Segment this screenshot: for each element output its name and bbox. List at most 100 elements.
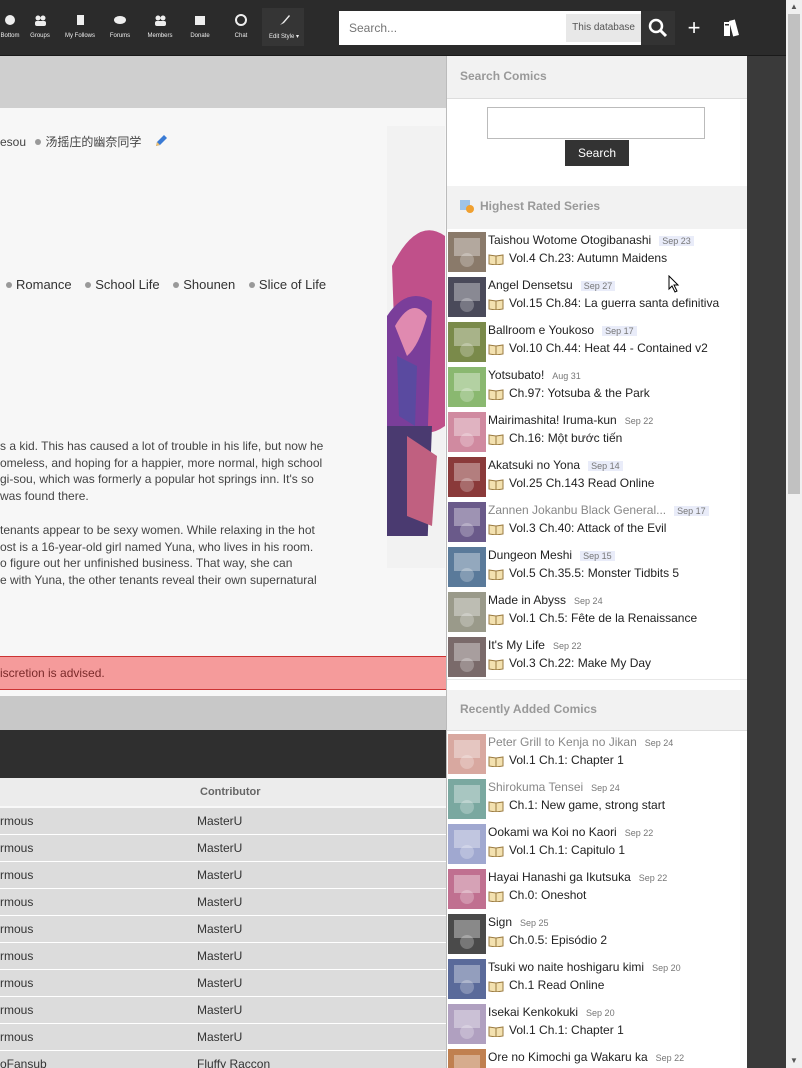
chapter-row[interactable]: rmous MasterU <box>0 943 446 970</box>
series-title[interactable]: Ookami wa Koi no Kaori Sep 22 <box>488 825 653 839</box>
contributor-column-header[interactable]: Contributor <box>200 786 260 798</box>
series-title[interactable]: Akatsuki no Yona Sep 14 <box>488 458 623 472</box>
series-title-text[interactable]: Mairimashita! Iruma-kun <box>488 413 617 427</box>
series-thumbnail[interactable] <box>448 457 486 497</box>
series-title-text[interactable]: Angel Densetsu <box>488 278 573 292</box>
series-title-text[interactable]: Ookami wa Koi no Kaori <box>488 825 617 839</box>
nav-item-forums[interactable]: Forums <box>108 14 132 44</box>
series-list-item[interactable]: Angel Densetsu Sep 27 Vol.15 Ch.84: La gue… <box>447 274 747 320</box>
series-title[interactable]: Taishou Wotome Otogibanashi Sep 23 <box>488 233 694 247</box>
nav-item-members[interactable]: Members <box>146 14 174 44</box>
latest-chapter-link[interactable]: Vol.5 Ch.35.5: Monster Tidbits 5 <box>509 566 679 580</box>
contributor-name[interactable]: MasterU <box>197 976 242 990</box>
group-name[interactable]: rmous <box>0 814 33 828</box>
series-thumbnail[interactable] <box>448 232 486 272</box>
series-list-item[interactable]: Ookami wa Koi no Kaori Sep 22 Vol.1 Ch.1: … <box>447 821 747 867</box>
series-title-text[interactable]: Zannen Jokanbu Black General... <box>488 503 666 517</box>
series-thumbnail[interactable] <box>448 547 486 587</box>
series-title-text[interactable]: Isekai Kenkokuki <box>488 1005 578 1019</box>
series-list-item[interactable]: Made in Abyss Sep 24 Vol.1 Ch.5: Fête de l… <box>447 589 747 635</box>
latest-chapter-link[interactable]: Vol.10 Ch.44: Heat 44 - Contained v2 <box>509 341 708 355</box>
chapter-row[interactable]: rmous MasterU <box>0 835 446 862</box>
nav-item-groups[interactable]: Groups <box>30 14 50 44</box>
group-name[interactable]: rmous <box>0 841 33 855</box>
nav-item-chat[interactable]: Chat <box>231 14 251 44</box>
chapter-row[interactable]: rmous MasterU <box>0 970 446 997</box>
latest-chapter-link[interactable]: Vol.15 Ch.84: La guerra santa definitiva <box>509 296 719 310</box>
scroll-up-arrow[interactable]: ▲ <box>786 0 802 14</box>
chapter-row[interactable]: oFansub Fluffy Raccon <box>0 1051 446 1068</box>
series-title-text[interactable]: Shirokuma Tensei <box>488 780 583 794</box>
series-list-item[interactable]: Taishou Wotome Otogibanashi Sep 23 Vol.4 C… <box>447 229 747 275</box>
series-thumbnail[interactable] <box>448 277 486 317</box>
nav-item-bottom[interactable]: Bottom <box>0 14 20 44</box>
series-list-item[interactable]: It's My Life Sep 22 Vol.3 Ch.22: Make My D… <box>447 634 747 680</box>
group-name[interactable]: oFansub <box>0 1057 47 1068</box>
group-name[interactable]: rmous <box>0 949 33 963</box>
series-title[interactable]: Zannen Jokanbu Black General... Sep 17 <box>488 503 709 517</box>
latest-chapter-link[interactable]: Ch.0.5: Episódio 2 <box>509 933 607 947</box>
series-list-item[interactable]: Mairimashita! Iruma-kun Sep 22 Ch.16: Một … <box>447 409 747 455</box>
series-thumbnail[interactable] <box>448 959 486 999</box>
chapter-row[interactable]: rmous MasterU <box>0 808 446 835</box>
series-title[interactable]: Isekai Kenkokuki Sep 20 <box>488 1005 615 1019</box>
series-title-text[interactable]: Tsuki wo naite hoshigaru kimi <box>488 960 644 974</box>
chapter-row[interactable]: rmous MasterU <box>0 916 446 943</box>
chapter-row[interactable]: rmous MasterU <box>0 889 446 916</box>
latest-chapter-link[interactable]: Vol.1 Ch.1: Chapter 1 <box>509 1023 624 1037</box>
series-list-item[interactable]: Peter Grill to Kenja no Jikan Sep 24 Vol.1… <box>447 731 747 777</box>
latest-chapter-link[interactable]: Vol.3 Ch.40: Attack of the Evil <box>509 521 666 535</box>
page-scrollbar[interactable]: ▲ ▼ <box>786 0 802 1068</box>
series-title-text[interactable]: Yotsubato! <box>488 368 544 382</box>
series-list-item[interactable]: Dungeon Meshi Sep 15 Vol.5 Ch.35.5: Monste… <box>447 544 747 590</box>
series-title-text[interactable]: Hayai Hanashi ga Ikutsuka <box>488 870 631 884</box>
nav-item-donate[interactable]: Donate <box>188 14 212 44</box>
series-title-text[interactable]: Made in Abyss <box>488 593 566 607</box>
series-thumbnail[interactable] <box>448 502 486 542</box>
series-list-item[interactable]: Shirokuma Tensei Sep 24 Ch.1: New game, st… <box>447 776 747 822</box>
nav-item-my-follows[interactable]: My Follows <box>64 14 96 44</box>
contributor-name[interactable]: MasterU <box>197 922 242 936</box>
series-list-item[interactable]: Hayai Hanashi ga Ikutsuka Sep 22 Ch.0: One… <box>447 866 747 912</box>
latest-chapter-link[interactable]: Vol.25 Ch.143 Read Online <box>509 476 654 490</box>
add-button[interactable]: + <box>680 14 708 42</box>
series-thumbnail[interactable] <box>448 1004 486 1044</box>
nav-item-edit-style[interactable]: Edit Style ▾ <box>266 14 302 44</box>
series-thumbnail[interactable] <box>448 734 486 774</box>
latest-chapter-link[interactable]: Ch.0: Oneshot <box>509 888 586 902</box>
series-title-text[interactable]: It's My Life <box>488 638 545 652</box>
group-name[interactable]: rmous <box>0 868 33 882</box>
group-name[interactable]: rmous <box>0 1030 33 1044</box>
scroll-down-arrow[interactable]: ▼ <box>786 1054 802 1068</box>
chapter-row[interactable]: rmous MasterU <box>0 997 446 1024</box>
series-list-item[interactable]: Zannen Jokanbu Black General... Sep 17 Vol… <box>447 499 747 545</box>
contributor-name[interactable]: MasterU <box>197 895 242 909</box>
latest-chapter-link[interactable]: Ch.1 Read Online <box>509 978 604 992</box>
series-thumbnail[interactable] <box>448 367 486 407</box>
series-title[interactable]: Tsuki wo naite hoshigaru kimi Sep 20 <box>488 960 681 974</box>
series-title[interactable]: Peter Grill to Kenja no Jikan Sep 24 <box>488 735 673 749</box>
chapter-row[interactable]: rmous MasterU <box>0 1024 446 1051</box>
series-title-text[interactable]: Akatsuki no Yona <box>488 458 580 472</box>
series-title[interactable]: Dungeon Meshi Sep 15 <box>488 548 615 562</box>
series-title-text[interactable]: Taishou Wotome Otogibanashi <box>488 233 651 247</box>
series-title[interactable]: Shirokuma Tensei Sep 24 <box>488 780 620 794</box>
series-title[interactable]: Angel Densetsu Sep 27 <box>488 278 616 292</box>
contributor-name[interactable]: MasterU <box>197 841 242 855</box>
genre-tag[interactable]: School Life <box>95 277 159 292</box>
group-name[interactable]: rmous <box>0 922 33 936</box>
group-name[interactable]: rmous <box>0 1003 33 1017</box>
contributor-name[interactable]: Fluffy Raccon <box>197 1057 270 1068</box>
series-thumbnail[interactable] <box>448 412 486 452</box>
scrollbar-thumb[interactable] <box>788 14 800 494</box>
series-list-item[interactable]: Ballroom e Youkoso Sep 17 Vol.10 Ch.44: He… <box>447 319 747 365</box>
series-list-item[interactable]: Akatsuki no Yona Sep 14 Vol.25 Ch.143 Read… <box>447 454 747 500</box>
series-title[interactable]: Made in Abyss Sep 24 <box>488 593 603 607</box>
series-thumbnail[interactable] <box>448 824 486 864</box>
series-title-text[interactable]: Dungeon Meshi <box>488 548 572 562</box>
series-list-item[interactable]: Sign Sep 25 Ch.0.5: Episódio 2 <box>447 911 747 957</box>
series-thumbnail[interactable] <box>448 637 486 677</box>
latest-chapter-link[interactable]: Vol.3 Ch.22: Make My Day <box>509 656 651 670</box>
series-title[interactable]: Ballroom e Youkoso Sep 17 <box>488 323 637 337</box>
search-button[interactable] <box>641 11 675 45</box>
